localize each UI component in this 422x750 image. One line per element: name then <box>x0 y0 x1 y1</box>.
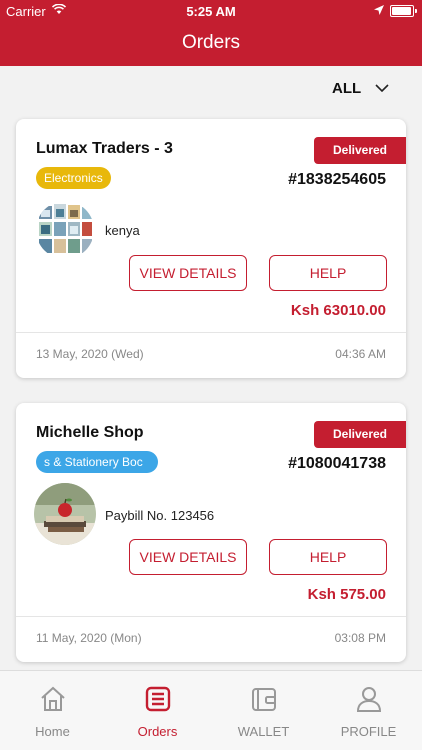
header-bar: Carrier 5:25 AM Orders <box>0 0 422 66</box>
order-date: 11 May, 2020 (Mon) <box>36 631 142 645</box>
order-number: #1838254605 <box>288 171 386 188</box>
view-details-button[interactable]: VIEW DETAILS <box>129 255 247 291</box>
wallet-icon <box>252 688 276 711</box>
category-tag: Electronics <box>36 167 111 189</box>
profile-icon <box>356 687 382 712</box>
order-number: #1080041738 <box>288 455 386 472</box>
order-time: 04:36 AM <box>335 347 386 361</box>
status-badge: Delivered <box>314 137 406 164</box>
tab-label: Orders <box>137 724 178 739</box>
tab-label: PROFILE <box>340 724 397 739</box>
filter-selected-value: ALL <box>332 80 362 97</box>
storefront-illustration-icon <box>36 201 94 259</box>
chevron-down-icon <box>375 83 389 92</box>
shop-name: Lumax Traders - 3 <box>36 140 173 157</box>
card-divider <box>16 616 406 617</box>
order-card[interactable]: Lumax Traders - 3 Delivered Electronics … <box>16 119 406 378</box>
order-date: 13 May, 2020 (Wed) <box>36 347 144 361</box>
status-badge: Delivered <box>314 421 406 448</box>
order-time: 03:08 PM <box>334 631 386 645</box>
tab-home[interactable]: Home <box>0 671 105 750</box>
clock-time: 5:25 AM <box>186 4 236 19</box>
tab-profile[interactable]: PROFILE <box>316 671 421 750</box>
help-button[interactable]: HELP <box>269 255 387 291</box>
category-tag: s & Stationery Boc <box>36 451 158 473</box>
shop-location: Paybill No. 123456 <box>105 508 215 523</box>
tab-wallet[interactable]: WALLET <box>211 671 316 750</box>
help-button[interactable]: HELP <box>269 539 387 575</box>
view-details-button[interactable]: VIEW DETAILS <box>129 539 247 575</box>
location-arrow-icon <box>374 5 384 15</box>
shop-avatar <box>34 483 96 545</box>
order-amount: Ksh 63010.00 <box>290 302 386 319</box>
shop-name: Michelle Shop <box>36 424 144 441</box>
order-filter-dropdown[interactable]: ALL <box>332 80 389 97</box>
order-amount: Ksh 575.00 <box>307 586 386 603</box>
tab-orders[interactable]: Orders <box>105 671 210 750</box>
tab-label: WALLET <box>237 724 290 739</box>
books-apple-illustration-icon <box>34 483 96 545</box>
status-bar: Carrier 5:25 AM <box>0 0 422 22</box>
card-divider <box>16 332 406 333</box>
shop-avatar <box>36 201 94 259</box>
bottom-tab-bar: Home Orders WALLET PROFILE <box>0 670 422 750</box>
page-title: Orders <box>181 32 241 53</box>
order-card[interactable]: Michelle Shop Delivered s & Stationery B… <box>16 403 406 662</box>
battery-icon <box>390 5 417 17</box>
home-icon <box>41 686 65 711</box>
orders-icon <box>145 686 171 712</box>
shop-location: kenya <box>105 223 140 238</box>
tab-label: Home <box>35 724 70 739</box>
